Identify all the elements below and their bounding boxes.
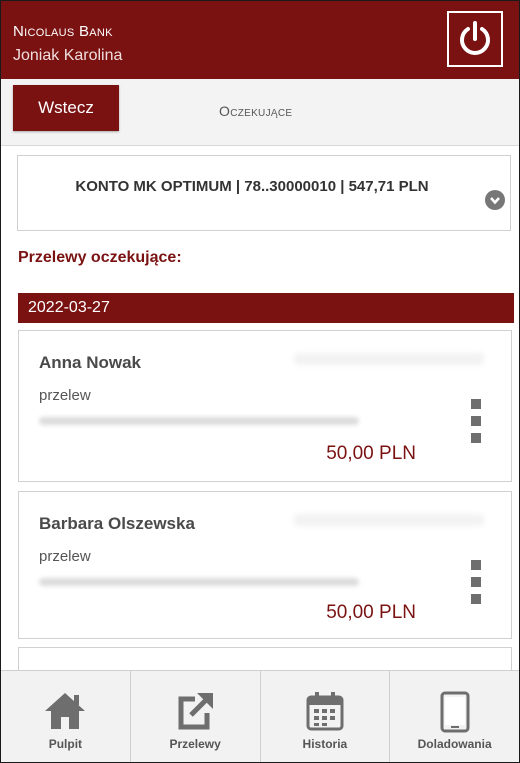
chevron-down-icon[interactable] [485,190,505,210]
nav-item-doladowania[interactable]: Doladowania [390,671,519,762]
recipient-name: Barbara Olszewska [39,514,195,533]
page-title: Oczekujące [219,103,293,119]
nav-item-przelewy[interactable]: Przelewy [131,671,261,762]
account-label: KONTO MK OPTIMUM | 78..30000010 | 547,71… [75,178,429,195]
date-group-header: 2022-03-27 [18,293,514,323]
power-icon [460,21,490,55]
bank-name: Nicolaus Bank [13,23,113,40]
nav-label: Doladowania [417,737,492,751]
transfer-type: przelew [39,548,91,565]
more-options-icon[interactable] [471,560,481,604]
user-name: Joniak Karolina [13,47,123,64]
share-arrow-icon [178,693,214,730]
transfer-type: przelew [39,387,91,404]
transfer-card[interactable]: Barbara Olszewska przelew 50,00 PLN [18,491,512,639]
more-options-icon[interactable] [471,399,481,443]
app-frame: Nicolaus Bank Joniak Karolina Wstecz Ocz… [0,0,520,763]
transfer-amount: 50,00 PLN [326,602,416,623]
logout-button[interactable] [447,11,503,67]
account-selector[interactable]: KONTO MK OPTIMUM | 78..30000010 | 547,71… [17,155,511,231]
bottom-nav: Pulpit Przelewy Historia Doladowania [1,670,519,762]
blurred-text [294,514,484,526]
nav-label: Pulpit [48,737,83,751]
home-icon [45,693,86,729]
blurred-text [294,353,484,365]
nav-label: Historia [302,737,348,751]
blurred-text [39,578,359,586]
nav-item-historia[interactable]: Historia [261,671,391,762]
transfer-card[interactable]: Anna Nowak przelew 50,00 PLN [18,330,512,482]
calendar-icon [306,692,344,731]
app-header: Nicolaus Bank Joniak Karolina [1,1,519,79]
nav-label: Przelewy [169,737,221,751]
recipient-name: Anna Nowak [39,353,142,372]
sub-bar: Wstecz Oczekujące [1,79,519,146]
transfer-amount: 50,00 PLN [326,443,416,464]
back-button[interactable]: Wstecz [13,85,119,131]
nav-item-pulpit[interactable]: Pulpit [1,671,131,762]
phone-icon [440,691,470,733]
section-title: Przelewy oczekujące: [18,249,182,266]
blurred-text [39,417,359,425]
